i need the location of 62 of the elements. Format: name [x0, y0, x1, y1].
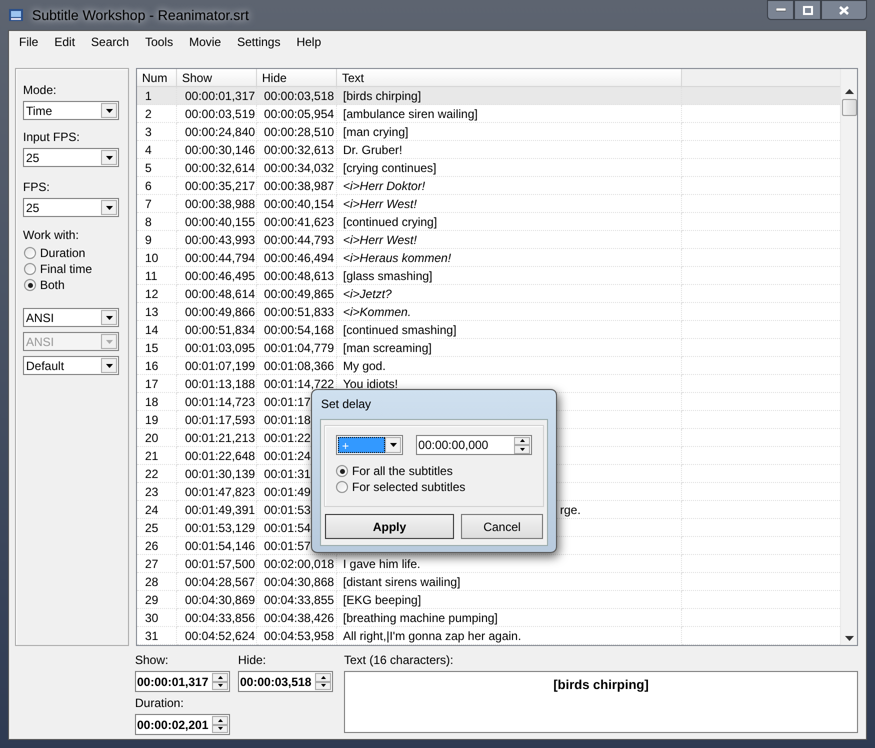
field-label: Duration:: [135, 695, 185, 712]
time-field[interactable]: 00:00:03,518: [238, 671, 333, 692]
scroll-down-icon[interactable]: [844, 636, 854, 641]
menu-item[interactable]: Help: [289, 33, 328, 51]
dropdown[interactable]: Time: [23, 101, 119, 120]
time-field[interactable]: 00:00:02,201: [135, 714, 230, 735]
column-header[interactable]: Show: [177, 69, 257, 86]
spin-buttons[interactable]: [212, 673, 228, 690]
cancel-button[interactable]: Cancel: [461, 514, 543, 539]
menu-item[interactable]: Tools: [138, 33, 180, 51]
table-cell: 00:04:52,624: [177, 627, 257, 645]
minimize-icon: [776, 8, 786, 12]
radio-label: Both: [40, 277, 65, 294]
table-cell: All right,|I'm gonna zap her again.: [337, 627, 682, 645]
maximize-button[interactable]: [794, 0, 821, 20]
spin-buttons[interactable]: [315, 673, 331, 690]
close-button[interactable]: [821, 0, 867, 20]
time-field[interactable]: 00:00:01,317: [135, 671, 230, 692]
dropdown[interactable]: Default: [23, 356, 119, 375]
field-label: Hide:: [238, 652, 268, 669]
delay-time-field[interactable]: 00:00:00,000: [416, 435, 532, 455]
radio-label: Final time: [40, 261, 92, 278]
field-label: Show:: [135, 652, 170, 669]
radio-label: For all the subtitles: [352, 463, 453, 480]
radio-label: Duration: [40, 245, 86, 262]
spin-buttons[interactable]: [514, 436, 530, 454]
field-label: FPS:: [23, 179, 51, 196]
spin-buttons[interactable]: [212, 716, 228, 733]
field-label: Input FPS:: [23, 129, 81, 146]
column-header[interactable]: Num: [137, 69, 177, 86]
menu-item[interactable]: File: [12, 33, 46, 51]
radio-button[interactable]: [24, 279, 36, 291]
dropdown: ANSI: [23, 332, 119, 351]
column-header[interactable]: Text: [337, 69, 682, 86]
menu-item[interactable]: Movie: [182, 33, 228, 51]
table-cell: 00:04:53,958: [257, 627, 337, 645]
radio-button[interactable]: [336, 481, 348, 493]
app-icon: [8, 7, 24, 23]
dropdown[interactable]: 25: [23, 148, 119, 167]
window-title: Subtitle Workshop - Reanimator.srt: [32, 6, 249, 25]
radio-button[interactable]: [24, 247, 36, 259]
close-icon: [839, 6, 849, 14]
subtitle-text-field[interactable]: [birds chirping]: [344, 671, 858, 733]
dropdown[interactable]: ANSI: [23, 308, 119, 327]
field-label: Text (16 characters):: [344, 652, 454, 669]
table-cell: 31: [137, 627, 177, 645]
scrollbar[interactable]: [840, 69, 857, 645]
scroll-up-icon[interactable]: [844, 89, 854, 94]
radio-button[interactable]: [336, 465, 348, 477]
apply-button[interactable]: Apply: [325, 514, 454, 539]
minimize-button[interactable]: [767, 0, 794, 20]
field-label: Mode:: [23, 82, 58, 99]
menu-item[interactable]: Search: [84, 33, 136, 51]
radio-button[interactable]: [24, 263, 36, 275]
menu-item[interactable]: Settings: [230, 33, 288, 51]
column-header[interactable]: Hide: [257, 69, 337, 86]
radio-label: For selected subtitles: [352, 479, 466, 496]
field-label: Work with:: [23, 227, 80, 244]
maximize-icon: [802, 6, 812, 14]
dropdown[interactable]: 25: [23, 198, 119, 217]
scroll-thumb[interactable]: [842, 99, 856, 116]
menu-item[interactable]: Edit: [47, 33, 82, 51]
